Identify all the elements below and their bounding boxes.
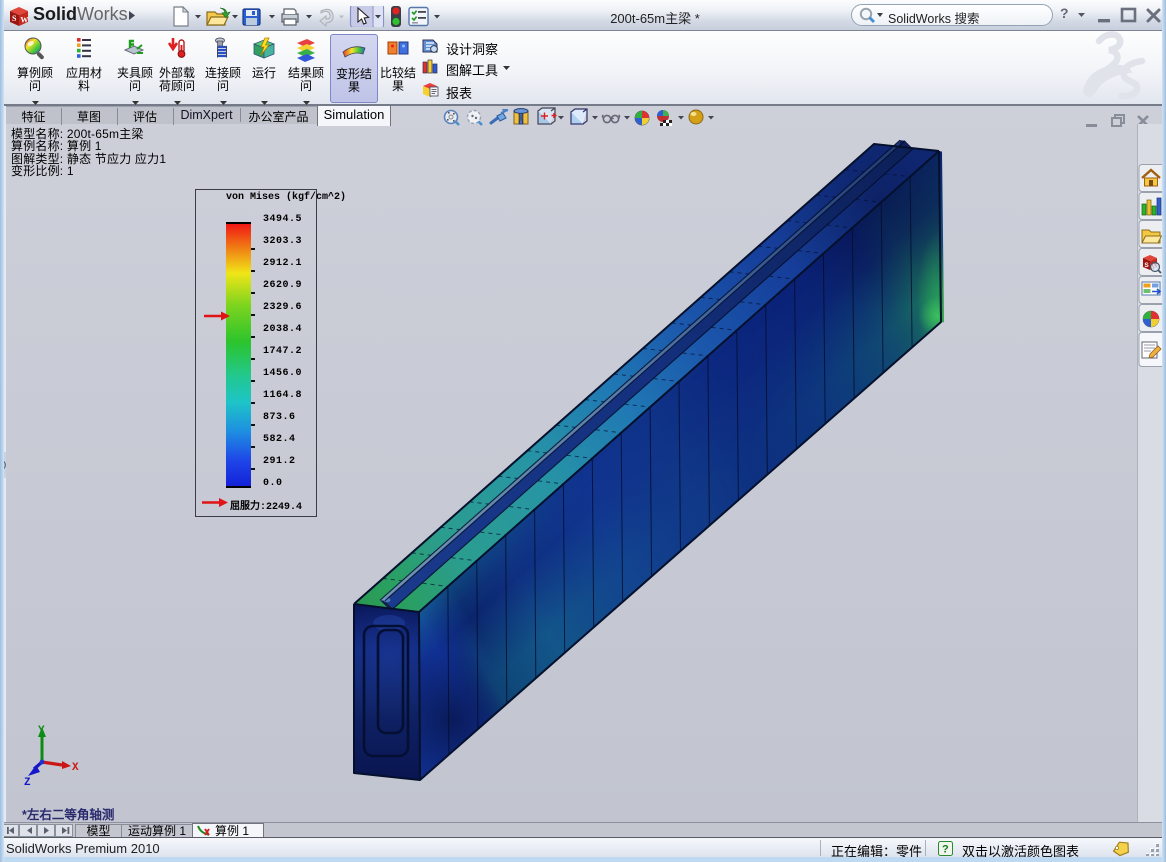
svg-text:X: X — [72, 762, 79, 774]
svg-text:S: S — [12, 14, 17, 23]
svg-text:?: ? — [942, 844, 949, 856]
svg-text:S: S — [1144, 262, 1149, 269]
svg-text:W: W — [20, 16, 28, 25]
svg-text:Y: Y — [38, 725, 45, 737]
svg-text:Z: Z — [24, 777, 31, 789]
